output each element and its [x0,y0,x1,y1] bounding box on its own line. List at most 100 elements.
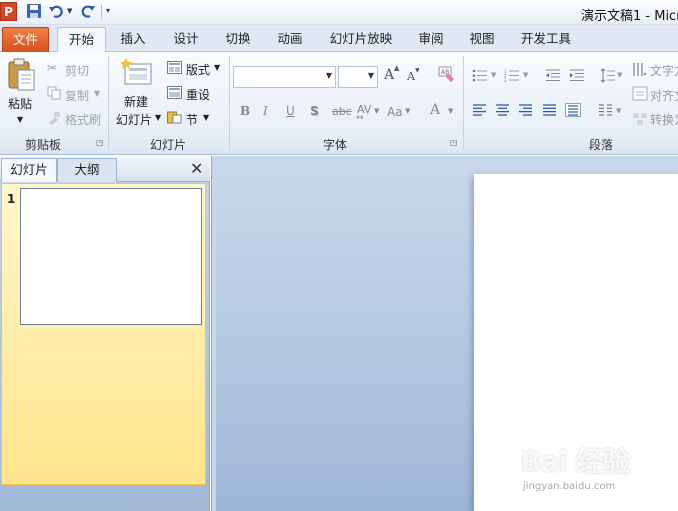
tab-file[interactable]: 文件 [2,27,49,52]
change-case-button[interactable]: Aa [387,105,403,119]
tab-outline[interactable]: 大纲 [57,158,117,182]
cut-button[interactable]: 剪切 [65,62,89,79]
bullets-dropdown-icon[interactable]: ▼ [491,71,496,79]
copy-button[interactable]: 复制 [65,87,89,104]
undo-dropdown-icon[interactable]: ▼ [67,7,72,15]
clipboard-launcher-icon[interactable]: ◳ [96,138,104,147]
tab-slides[interactable]: 幻灯片 [1,158,57,182]
paste-icon[interactable] [6,58,36,95]
shrink-font-button[interactable]: A [407,70,415,83]
undo-icon[interactable] [48,3,64,19]
align-text-button[interactable]: 对齐文 [650,87,678,104]
line-spacing-dropdown-icon[interactable]: ▼ [617,71,622,79]
new-slide-icon[interactable] [120,58,153,91]
close-icon[interactable]: ✕ [190,159,203,178]
layout-icon [167,61,182,77]
tab-animations[interactable]: 动画 [270,27,310,52]
customize-quick-access-icon[interactable]: ▾ [106,6,110,15]
strikethrough-button[interactable]: abc [332,105,352,118]
baidu-watermark: Bai 经验 [520,445,631,478]
paste-button[interactable]: 粘贴 [8,95,32,112]
convert-smartart-icon [632,111,648,129]
convert-smartart-button[interactable]: 转换为 [650,111,678,128]
slides-panel: 幻灯片 大纲 ✕ 1 [0,156,210,511]
distributed-icon[interactable] [565,103,581,120]
new-slide-label-line1[interactable]: 新建 [124,93,148,110]
slide-number: 1 [7,192,16,206]
format-painter-button[interactable]: 格式刷 [65,111,101,128]
reset-button[interactable]: 重设 [186,86,210,103]
font-color-dropdown-icon[interactable]: ▼ [448,107,453,115]
save-icon[interactable] [26,3,42,19]
font-group-label: 字体 [322,138,347,152]
ribbon-tab-strip: 文件 开始 插入 设计 切换 动画 幻灯片放映 审阅 视图 开发工具 [0,25,678,53]
slide-thumbnail[interactable] [20,188,202,325]
section-icon [167,111,182,127]
paste-dropdown-icon[interactable]: ▼ [17,115,23,124]
font-color-button[interactable]: A [430,102,440,118]
text-direction-button[interactable]: 文字方 [650,62,678,79]
change-case-dropdown-icon[interactable]: ▼ [405,107,410,115]
align-center-icon[interactable] [495,104,510,119]
shrink-font-arrow-icon: ▼ [415,67,420,74]
font-size-dropdown-icon[interactable]: ▼ [368,71,374,80]
tab-developer[interactable]: 开发工具 [515,27,577,52]
align-text-icon [632,86,648,104]
numbering-dropdown-icon[interactable]: ▼ [523,71,528,79]
character-spacing-arrows-icon: ↔ [356,113,364,123]
paragraph-group-label: 段落 [588,138,613,152]
font-size-combo[interactable]: ▼ [338,66,378,88]
increase-indent-icon[interactable] [569,69,585,85]
new-slide-dropdown-icon[interactable]: ▼ [155,113,161,122]
bold-button[interactable]: B [240,104,250,118]
underline-button[interactable]: U [286,104,295,118]
baidu-watermark-url: jingyan.baidu.com [523,481,616,492]
grow-font-button[interactable]: A [384,67,394,83]
redo-icon[interactable] [80,3,96,19]
align-right-icon[interactable] [518,104,533,119]
slides-group-label: 幻灯片 [149,138,186,152]
group-separator [108,56,109,150]
svg-text:3: 3 [504,78,507,82]
window-title: 演示文稿1 - Micr [581,9,678,24]
italic-button[interactable]: I [263,104,268,118]
font-family-combo[interactable]: ▼ [233,66,336,88]
justify-icon[interactable] [542,104,557,119]
tab-view[interactable]: 视图 [462,27,502,52]
decrease-indent-icon[interactable] [545,69,561,85]
character-spacing-dropdown-icon[interactable]: ▼ [374,107,379,115]
bullets-icon[interactable] [472,69,488,85]
title-bar: P ▼ ▾ 演示文稿1 - Micr [0,0,678,25]
copy-dropdown-icon[interactable]: ▼ [94,89,100,98]
ribbon-home: 粘贴 ▼ ✂ 剪切 复制 ▼ 格式刷 剪贴板 ◳ 新建 幻灯片 ▼ 版式 ▼ 重… [0,52,678,155]
layout-dropdown-icon[interactable]: ▼ [214,63,220,72]
columns-icon[interactable] [598,104,613,119]
tab-home[interactable]: 开始 [57,27,106,53]
tab-insert[interactable]: 插入 [113,27,153,52]
group-separator [229,56,230,150]
new-slide-button[interactable]: 幻灯片 [116,111,152,128]
clear-formatting-icon[interactable]: AB [437,66,455,85]
tab-design[interactable]: 设计 [166,27,206,52]
cut-icon: ✂ [47,61,58,75]
copy-icon [47,86,61,103]
grow-font-arrow-icon: ▲ [394,64,400,72]
font-launcher-icon[interactable]: ◳ [450,138,458,147]
reset-icon [167,86,182,102]
align-left-icon[interactable] [472,104,487,119]
quick-access-separator [101,4,102,19]
tab-transitions[interactable]: 切换 [218,27,258,52]
numbering-icon[interactable]: 123 [504,69,520,85]
text-direction-icon [632,62,648,80]
columns-dropdown-icon[interactable]: ▼ [616,107,621,115]
text-shadow-button[interactable]: S [310,104,319,118]
group-separator [463,56,464,150]
tab-slideshow[interactable]: 幻灯片放映 [325,27,397,52]
section-dropdown-icon[interactable]: ▼ [203,113,209,122]
line-spacing-icon[interactable] [600,68,616,86]
section-button[interactable]: 节 [186,111,198,128]
tab-review[interactable]: 审阅 [411,27,451,52]
layout-button[interactable]: 版式 [186,61,210,78]
font-family-dropdown-icon[interactable]: ▼ [326,71,332,80]
clipboard-group-label: 剪贴板 [24,138,61,152]
